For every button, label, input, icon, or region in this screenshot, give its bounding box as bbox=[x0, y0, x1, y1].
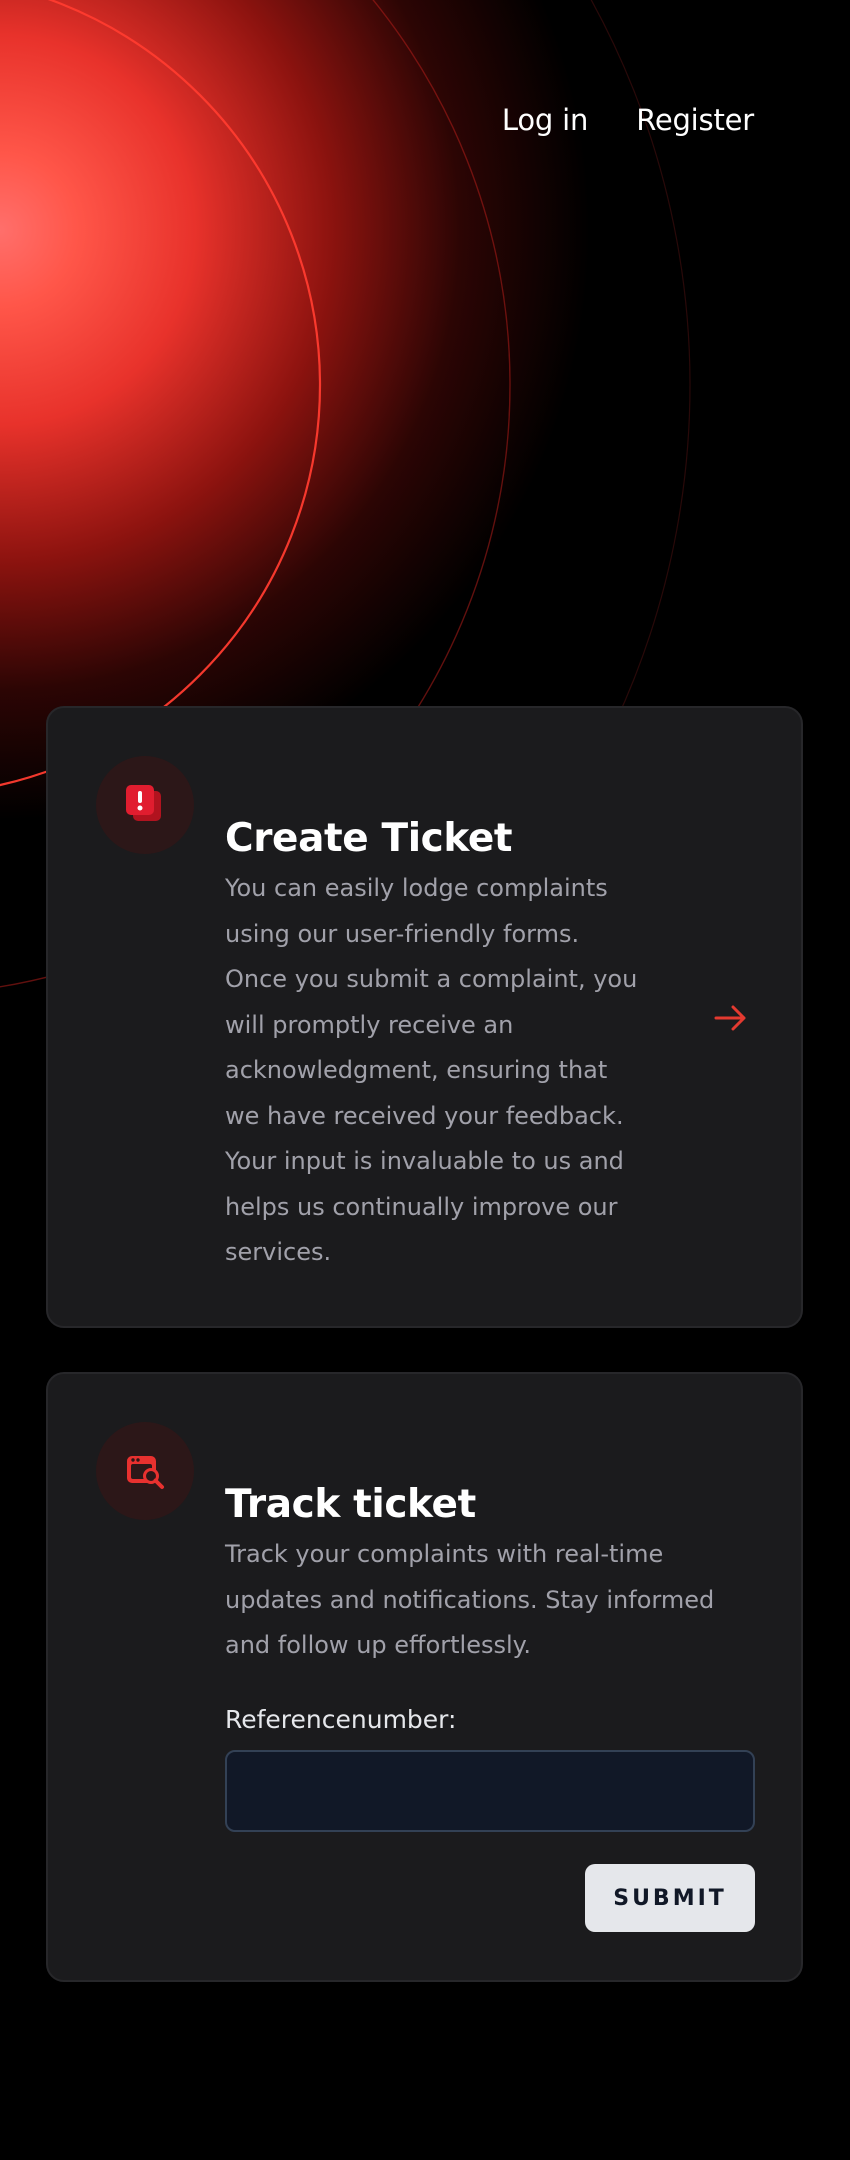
register-link[interactable]: Register bbox=[636, 98, 754, 142]
track-ticket-card: Track ticket Track your complaints with … bbox=[46, 1372, 803, 1982]
reference-number-label: Referencenumber: bbox=[225, 1705, 457, 1734]
track-ticket-icon-badge bbox=[96, 1422, 194, 1520]
create-ticket-title: Create Ticket bbox=[225, 816, 513, 862]
track-ticket-description: Track your complaints with real-time upd… bbox=[225, 1540, 715, 1659]
create-ticket-description: You can easily lodge complaints using ou… bbox=[225, 874, 638, 1266]
create-ticket-icon-badge bbox=[96, 756, 194, 854]
arrow-right-icon[interactable] bbox=[713, 1000, 749, 1036]
login-link[interactable]: Log in bbox=[502, 98, 588, 142]
reference-number-input[interactable] bbox=[225, 1750, 755, 1832]
submit-button[interactable]: SUBMIT bbox=[585, 1864, 755, 1932]
top-navigation: Log in Register bbox=[502, 98, 754, 142]
create-ticket-card[interactable]: Create Ticket You can easily lodge compl… bbox=[46, 706, 803, 1328]
alert-ticket-icon bbox=[126, 785, 161, 821]
track-ticket-title: Track ticket bbox=[225, 1482, 476, 1528]
track-search-icon bbox=[127, 1456, 164, 1489]
